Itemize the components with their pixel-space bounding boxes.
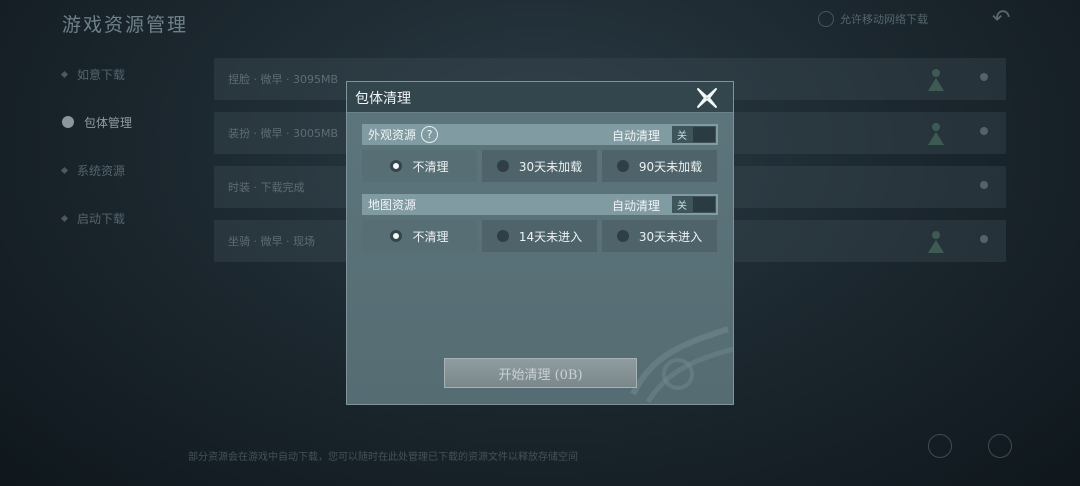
info-icon (988, 434, 1012, 458)
option-14-days-unvisited[interactable]: 14天未进入 (482, 220, 597, 252)
sidebar-item: 启动下载 (60, 194, 132, 242)
radio-icon (496, 230, 509, 242)
footer-hint: 部分资源会在游戏中自动下载，您可以随时在此处管理已下载的资源文件以释放存储空间 (188, 452, 578, 463)
bullet-icon (62, 116, 74, 128)
option-no-clean[interactable]: 不清理 (362, 220, 477, 252)
toggle-state-label: 关 (677, 131, 687, 142)
character-icon (928, 231, 944, 253)
toggle-circle-icon (818, 11, 834, 27)
section-header: 地图资源 自动清理 关 (362, 194, 718, 215)
start-cleanup-button[interactable]: 开始清理 (0B) (444, 358, 637, 388)
status-dot-icon (980, 127, 988, 135)
mobile-download-toggle: 允许移动网络下载 (818, 11, 928, 27)
radio-icon (496, 160, 509, 172)
status-dot-icon (980, 181, 988, 189)
dialog-header: 包体清理 (347, 82, 733, 113)
option-no-clean[interactable]: 不清理 (362, 150, 477, 182)
auto-clean-label: 自动清理 (611, 199, 660, 213)
toggle-knob (693, 197, 715, 212)
auto-clean-toggle[interactable]: 关 (672, 126, 716, 143)
section-header: 外观资源 ? 自动清理 关 (362, 124, 718, 145)
radio-selected-icon (390, 160, 403, 172)
toggle-state-label: 关 (677, 201, 687, 212)
toggle-label: 允许移动网络下载 (840, 13, 928, 26)
bullet-icon (60, 166, 69, 174)
option-group: 不清理 30天未加载 90天未加载 (362, 150, 718, 182)
footer-icons (928, 434, 1012, 458)
bullet-icon (60, 70, 69, 78)
auto-clean-label: 自动清理 (611, 129, 660, 143)
radio-icon (616, 230, 629, 242)
sidebar-item: 系统资源 (60, 146, 132, 194)
help-icon[interactable]: ? (421, 126, 439, 143)
option-30-days-unloaded[interactable]: 30天未加载 (482, 150, 597, 182)
appearance-section: 外观资源 ? 自动清理 关 不清理 30天未加载 90天未加载 (362, 124, 718, 182)
section-title: 地图资源 (368, 198, 417, 212)
dialog-title: 包体清理 (355, 91, 411, 107)
back-arrow-icon: ↶ (992, 6, 1011, 31)
character-icon (928, 69, 944, 91)
option-30-days-unvisited[interactable]: 30天未进入 (602, 220, 717, 252)
close-icon[interactable] (695, 87, 719, 109)
sidebar: 如意下载 包体管理 系统资源 启动下载 (60, 50, 132, 242)
option-90-days-unloaded[interactable]: 90天未加载 (602, 150, 717, 182)
radio-selected-icon (390, 230, 403, 242)
settings-icon (928, 434, 952, 458)
screen-title: 游戏资源管理 (62, 14, 189, 36)
bullet-icon (60, 214, 69, 222)
status-dot-icon (980, 235, 988, 243)
option-group: 不清理 14天未进入 30天未进入 (362, 220, 718, 252)
radio-icon (616, 160, 629, 172)
map-section: 地图资源 自动清理 关 不清理 14天未进入 30天未进入 (362, 194, 718, 252)
status-dot-icon (980, 73, 988, 81)
sidebar-item-active: 包体管理 (62, 98, 132, 146)
wave-decoration-icon (630, 326, 733, 404)
toggle-knob (693, 127, 715, 142)
character-icon (928, 123, 944, 145)
sidebar-item: 如意下载 (60, 50, 132, 98)
auto-clean-toggle[interactable]: 关 (672, 196, 716, 213)
package-cleanup-dialog: 包体清理 外观资源 ? 自动清理 关 不清理 30天未加载 90天未加载 地图资… (346, 81, 734, 405)
section-title: 外观资源 (368, 128, 417, 142)
